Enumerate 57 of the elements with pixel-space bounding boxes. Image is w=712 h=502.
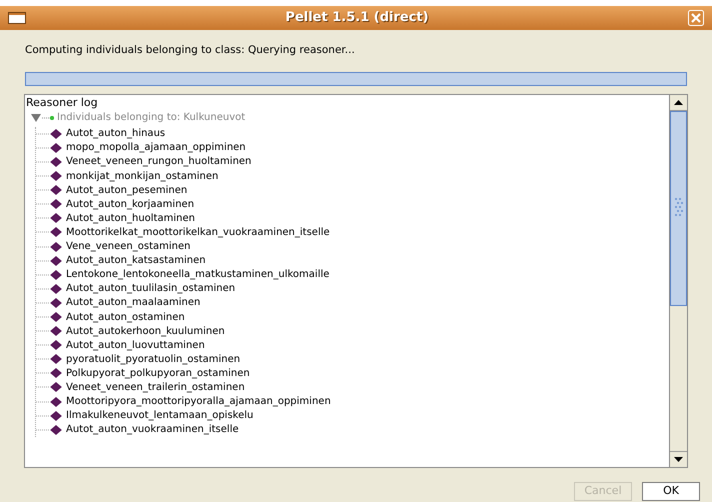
individual-label[interactable]: Autot_auton_korjaaminen <box>66 198 194 211</box>
individual-label[interactable]: Autot_auton_tuulilasin_ostaminen <box>66 282 236 296</box>
diamond-icon <box>50 270 62 280</box>
diamond-icon <box>50 340 62 350</box>
diamond-icon <box>50 298 62 308</box>
diamond-icon <box>50 185 62 196</box>
individual-label[interactable]: Ilmakulkeneuvot_lentamaan_opiskelu <box>66 409 254 422</box>
individual-label[interactable]: Autot_auton_maalaaminen <box>66 296 200 310</box>
individual-label[interactable]: Autot_auton_peseminen <box>66 184 188 197</box>
diamond-icon <box>50 128 62 139</box>
diamond-icon <box>50 368 62 378</box>
diamond-icon <box>50 227 62 238</box>
individual-label[interactable]: Lentokone_lentokoneella_matkustaminen_ulkomaille <box>66 268 330 282</box>
individual-label[interactable]: Autot_auton_ostaminen <box>66 310 185 324</box>
individual-label[interactable]: Autot_autokerhoon_kuuluminen <box>66 324 225 338</box>
diamond-icon <box>50 382 62 392</box>
scroll-thumb[interactable] <box>670 110 687 306</box>
individual-label[interactable]: Autot_auton_luovuttaminen <box>66 338 205 352</box>
diamond-icon <box>50 171 62 182</box>
diamond-icon <box>50 284 62 294</box>
individual-label[interactable]: Moottorikelkat_moottorikelkan_vuokraaminen_itselle <box>66 226 330 239</box>
dialog-button[interactable]: OK <box>642 482 700 501</box>
tree-root-label[interactable]: Individuals belonging to: Kulkuneuvot <box>57 110 246 126</box>
diamond-icon <box>50 156 62 167</box>
dotted-connector <box>42 116 54 120</box>
individual-label[interactable]: Autot_auton_huoltaminen <box>66 212 195 225</box>
diamond-icon <box>50 199 62 210</box>
diamond-icon <box>50 242 62 252</box>
scrollbar[interactable] <box>669 94 687 467</box>
individual-label[interactable]: Autot_auton_vuokraaminen_itselle <box>66 423 239 436</box>
diamond-icon <box>50 424 62 435</box>
diamond-icon <box>50 326 62 336</box>
diamond-icon <box>50 396 62 407</box>
individual-label[interactable]: Veneet_veneen_rungon_huoltaminen <box>66 155 252 168</box>
diamond-icon <box>50 312 62 322</box>
individual-label[interactable]: Autot_auton_hinaus <box>66 127 166 140</box>
individual-label[interactable]: monkijat_monkijan_ostaminen <box>66 170 218 183</box>
diamond-icon <box>50 410 62 421</box>
expand-triangle-icon[interactable] <box>30 112 42 123</box>
individual-label[interactable]: Veneet_veneen_trailerin_ostaminen <box>66 380 245 394</box>
individual-label[interactable]: Vene_veneen_ostaminen <box>66 240 190 254</box>
diamond-icon <box>50 213 62 224</box>
individual-label[interactable]: Autot_auton_katsastaminen <box>66 254 206 268</box>
individual-label[interactable]: Moottoripyora_moottoripyoralla_ajamaan_oppiminen <box>66 395 331 408</box>
individual-label[interactable]: mopo_mopolla_ajamaan_oppiminen <box>66 141 246 154</box>
close-icon[interactable] <box>688 10 704 26</box>
up-arrow-icon <box>674 100 683 105</box>
diamond-icon <box>50 354 62 364</box>
individual-label[interactable]: Polkupyorat_polkupyoran_ostaminen <box>66 366 250 380</box>
log-title: Reasoner log <box>26 94 99 110</box>
individual-label[interactable]: pyoratuolit_pyoratuolin_ostaminen <box>66 352 240 366</box>
window-title: Pellet 1.5.1 (direct) <box>284 9 430 28</box>
status-text: Computing individuals belonging to class: Querying reasoner... <box>25 43 356 58</box>
window-menu-icon[interactable] <box>8 12 26 24</box>
diamond-icon <box>50 142 62 153</box>
diamond-icon <box>50 256 62 266</box>
down-arrow-icon <box>674 456 683 462</box>
